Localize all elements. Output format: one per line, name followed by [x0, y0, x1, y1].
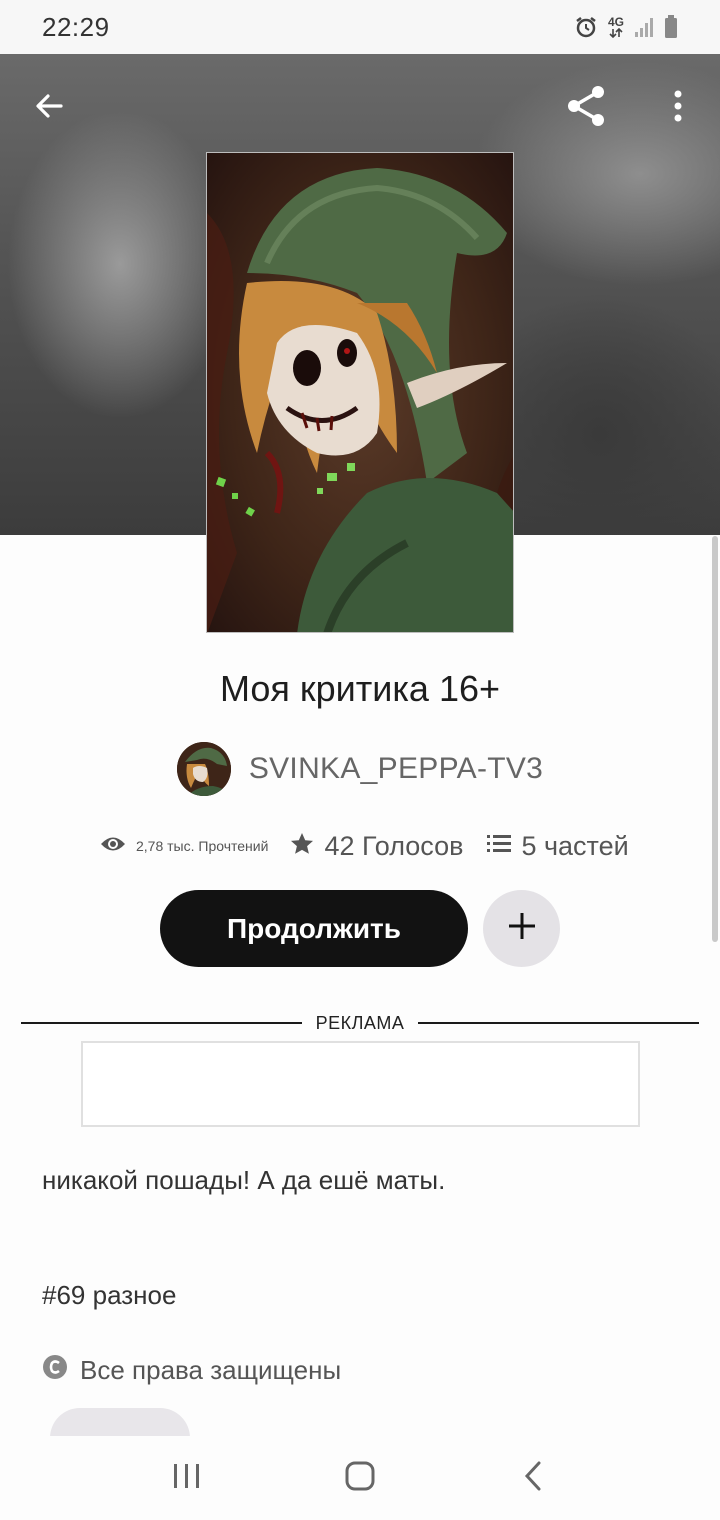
- story-stats: 2,78 тыс. Прочтений 42 Голосов 5 частей: [100, 826, 629, 866]
- plus-icon: [507, 911, 537, 946]
- author-row[interactable]: SVINKA_PEPPA-TV3: [0, 742, 720, 796]
- back-nav-button[interactable]: [493, 1448, 573, 1508]
- recents-button[interactable]: [147, 1448, 227, 1508]
- parts-count: 5 частей: [521, 830, 629, 861]
- scrollbar[interactable]: [712, 536, 718, 942]
- more-button[interactable]: [650, 80, 706, 136]
- add-to-library-button[interactable]: [483, 890, 560, 967]
- back-button[interactable]: [21, 80, 77, 136]
- ad-divider: РЕКЛАМА: [21, 1010, 700, 1036]
- share-icon: [564, 84, 608, 133]
- signal-icon: [634, 16, 654, 38]
- copyright-icon: [42, 1354, 68, 1387]
- story-cover-image[interactable]: [206, 152, 514, 633]
- recents-icon: [172, 1462, 202, 1495]
- story-details-screen: 22:29 4G Моя критика 16+ SVINKA_PEPPA-TV…: [0, 0, 720, 1520]
- votes-stat: 42 Голосов: [290, 831, 463, 862]
- alarm-icon: [574, 15, 598, 39]
- avatar[interactable]: [176, 742, 231, 796]
- list-icon: [487, 834, 512, 859]
- network-4g-icon: 4G: [608, 16, 624, 38]
- reads-count: 2,78 тыс. Прочтений: [136, 838, 269, 854]
- battery-icon: [664, 15, 678, 39]
- ad-banner[interactable]: [81, 1041, 640, 1127]
- divider-line-right: [418, 1022, 700, 1024]
- avatar-image: [176, 742, 231, 796]
- back-icon: [522, 1460, 544, 1497]
- system-nav-bar: [0, 1436, 720, 1520]
- parts-stat: 5 частей: [487, 830, 629, 862]
- votes-count: 42 Голосов: [324, 830, 464, 861]
- star-icon: [290, 832, 314, 861]
- continue-reading-button[interactable]: Продолжить: [160, 890, 468, 967]
- reads-stat: 2,78 тыс. Прочтений: [100, 835, 268, 858]
- cover-illustration: [207, 153, 513, 632]
- story-tag[interactable]: #69 разное: [42, 1280, 176, 1311]
- divider-line-left: [21, 1022, 302, 1024]
- story-description: никакой пошады! А да ешё маты.: [42, 1165, 446, 1195]
- more-vertical-icon: [673, 89, 683, 128]
- ad-label: РЕКЛАМА: [315, 1012, 405, 1033]
- status-bar: 22:29 4G: [0, 0, 720, 54]
- arrow-left-icon: [33, 90, 65, 127]
- copyright-text: Все права защищены: [80, 1355, 342, 1385]
- home-icon: [344, 1460, 376, 1497]
- home-button[interactable]: [320, 1448, 400, 1508]
- story-title: Моя критика 16+: [219, 668, 501, 709]
- status-icons: 4G: [574, 15, 678, 39]
- status-time: 22:29: [42, 11, 110, 42]
- eye-icon: [100, 835, 126, 858]
- network-label: 4G: [607, 15, 624, 29]
- author-name[interactable]: SVINKA_PEPPA-TV3: [249, 752, 543, 786]
- share-button[interactable]: [558, 80, 614, 136]
- copyright-row: Все права защищены: [42, 1354, 341, 1387]
- action-buttons: Продолжить: [160, 890, 560, 967]
